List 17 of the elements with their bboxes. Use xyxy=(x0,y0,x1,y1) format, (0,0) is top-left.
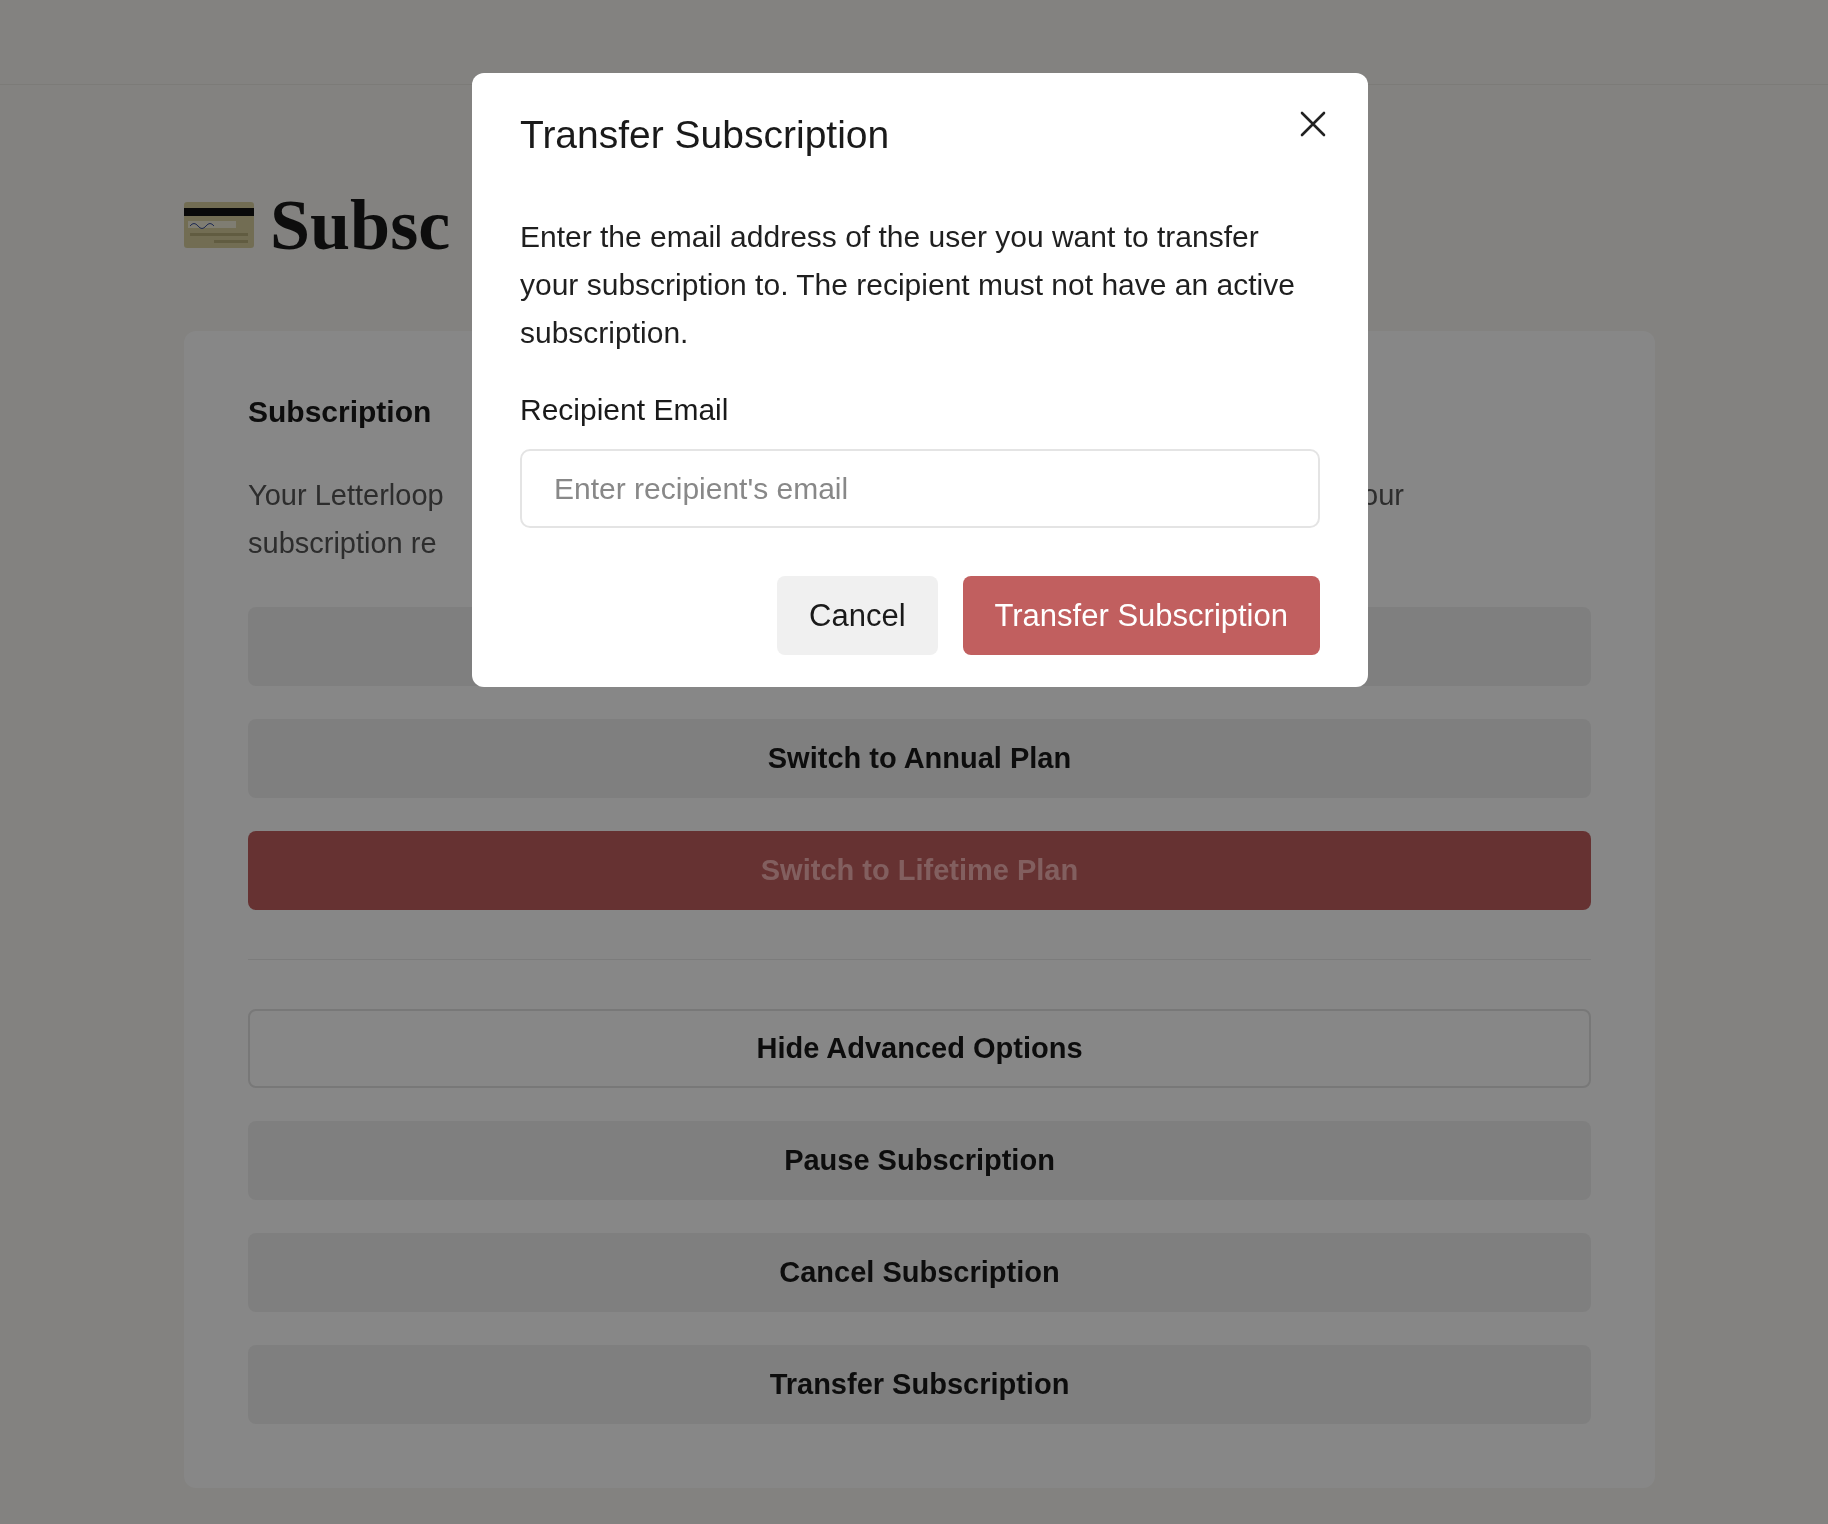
page-title: Subsc xyxy=(270,189,451,261)
option-button[interactable]: Cancel Subscription xyxy=(248,1233,1591,1312)
transfer-button[interactable]: Transfer Subscription xyxy=(962,576,1320,655)
modal-message: Enter the email address of the user you want to transfer your subscription to. The recipient must not have an active subscription. xyxy=(520,219,1296,351)
description-text: subscription re xyxy=(248,526,437,561)
description-text: Your Letterloop xyxy=(248,478,444,513)
option-button[interactable]: Hide Advanced Options xyxy=(248,1009,1591,1088)
email-input-field[interactable]: Enter recipient's email xyxy=(520,449,1320,528)
option-button[interactable]: Pause Subscription xyxy=(248,1121,1591,1200)
plan-button[interactable]: Switch to Annual Plan xyxy=(248,719,1591,798)
cancel-button[interactable]: Cancel xyxy=(777,576,938,655)
credit-card-icon xyxy=(184,202,254,248)
field-label: Recipient Email xyxy=(520,393,729,427)
close-icon[interactable] xyxy=(1300,111,1326,137)
modal-title: Transfer Subscription xyxy=(520,113,890,157)
option-button[interactable]: Transfer Subscription xyxy=(248,1345,1591,1424)
section-heading: Subscription xyxy=(248,395,432,429)
